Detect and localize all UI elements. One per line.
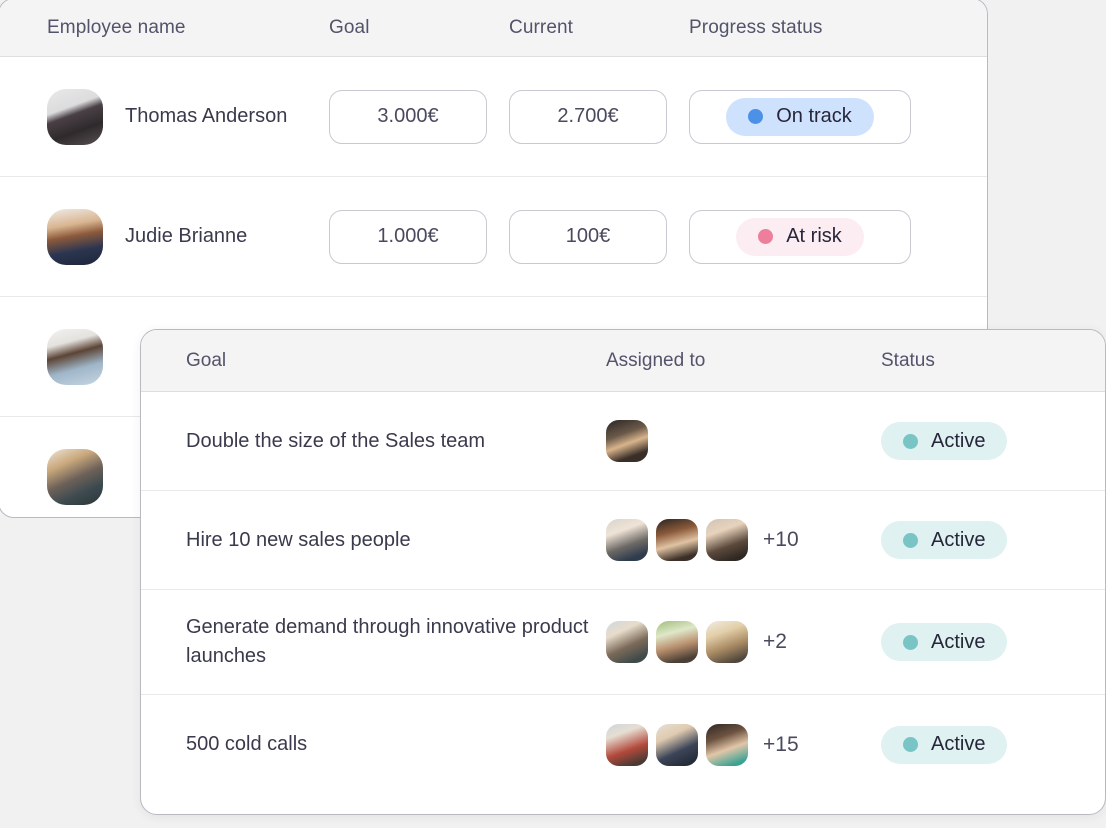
status-dot-icon [903,737,918,752]
status-dot-icon [748,109,764,124]
goal-amount-input[interactable]: 3.000€ [329,89,487,144]
employee-name-label: Judie Brianne [125,225,248,247]
goal-table-header-row: Goal Assigned to Status [141,330,1105,392]
goal-amount-cell: 1.000€ [329,209,509,264]
table-row[interactable]: 500 cold calls +15 Active [141,695,1105,794]
avatar [706,519,748,561]
avatar [606,621,648,663]
avatar [656,621,698,663]
current-amount-input[interactable]: 2.700€ [509,89,667,144]
avatar-group: +10 [606,519,881,561]
status-cell[interactable]: Active [881,623,1101,661]
avatar [47,449,103,505]
employee-table-header-row: Employee name Goal Current Progress stat… [0,0,987,57]
current-amount-cell: 100€ [509,209,689,264]
column-header-current: Current [509,16,574,38]
goal-title-label: 500 cold calls [186,733,308,755]
avatar-group: +15 [606,723,881,766]
avatar [606,723,648,766]
additional-assignees-count: +10 [763,528,799,551]
additional-assignees-count: +2 [763,630,787,653]
table-row[interactable]: Generate demand through innovative produ… [141,590,1105,695]
progress-status-select[interactable]: At risk [689,209,911,264]
employee-name-cell: Judie Brianne [0,208,329,265]
status-badge: On track [726,97,874,136]
status-cell[interactable]: Active [881,521,1101,559]
status-cell[interactable]: Active [881,725,1101,764]
goals-table-card: Goal Assigned to Status Double the size … [140,329,1106,815]
current-amount-input[interactable]: 100€ [509,209,667,264]
status-badge: Active [881,422,1008,460]
goal-title-label: Generate demand through innovative produ… [186,616,589,667]
avatar [706,621,748,663]
progress-status-cell: On track [689,89,987,144]
column-header-employee-name: Employee name [47,16,186,38]
goal-amount-cell: 3.000€ [329,89,509,144]
avatar [656,723,698,766]
status-badge-label: Active [931,429,986,452]
avatar-group [606,420,881,462]
status-badge: Active [881,521,1008,559]
avatar [47,208,103,265]
avatar [656,519,698,561]
employee-name-cell: Thomas Anderson [0,88,329,145]
column-header-goal: Goal [186,349,227,371]
status-dot-icon [903,634,918,650]
column-header-assigned-to: Assigned to [606,349,706,371]
goal-title-cell: Hire 10 new sales people [141,526,606,555]
status-badge-label: Active [931,733,986,755]
status-badge: Active [881,623,1008,661]
status-badge: Active [881,725,1008,764]
goal-title-cell: 500 cold calls [141,730,606,759]
status-dot-icon [903,433,918,449]
current-amount-cell: 2.700€ [509,89,689,144]
table-row[interactable]: Thomas Anderson 3.000€ 2.700€ On track [0,57,987,177]
goal-title-cell: Generate demand through innovative produ… [141,613,606,671]
avatar-group: +2 [606,621,881,663]
status-badge-label: At risk [786,225,842,247]
goal-title-label: Double the size of the Sales team [186,429,486,452]
avatar [47,88,103,145]
avatar [606,519,648,561]
assigned-to-cell[interactable]: +15 [606,723,881,766]
goal-amount-input[interactable]: 1.000€ [329,209,487,264]
avatar [706,723,748,766]
status-dot-icon [903,532,918,548]
status-cell[interactable]: Active [881,422,1101,460]
status-badge-label: Active [931,630,986,653]
avatar [47,328,103,385]
goal-title-cell: Double the size of the Sales team [141,427,606,456]
column-header-goal: Goal [329,16,370,38]
assigned-to-cell[interactable]: +2 [606,621,881,663]
goal-title-label: Hire 10 new sales people [186,528,411,551]
status-badge: At risk [736,217,864,256]
additional-assignees-count: +15 [763,732,799,756]
progress-status-cell: At risk [689,209,987,264]
column-header-status: Status [881,349,935,371]
status-badge-label: On track [776,105,852,127]
table-row[interactable]: Hire 10 new sales people +10 Active [141,491,1105,590]
table-row[interactable]: Double the size of the Sales team Active [141,392,1105,491]
status-badge-label: Active [931,528,986,551]
avatar [606,420,648,462]
employee-name-label: Thomas Anderson [125,105,288,127]
assigned-to-cell[interactable]: +10 [606,519,881,561]
status-dot-icon [758,229,774,244]
column-header-progress-status: Progress status [689,16,823,38]
progress-status-select[interactable]: On track [689,89,911,144]
table-row[interactable]: Judie Brianne 1.000€ 100€ At risk [0,177,987,297]
assigned-to-cell[interactable] [606,420,881,462]
